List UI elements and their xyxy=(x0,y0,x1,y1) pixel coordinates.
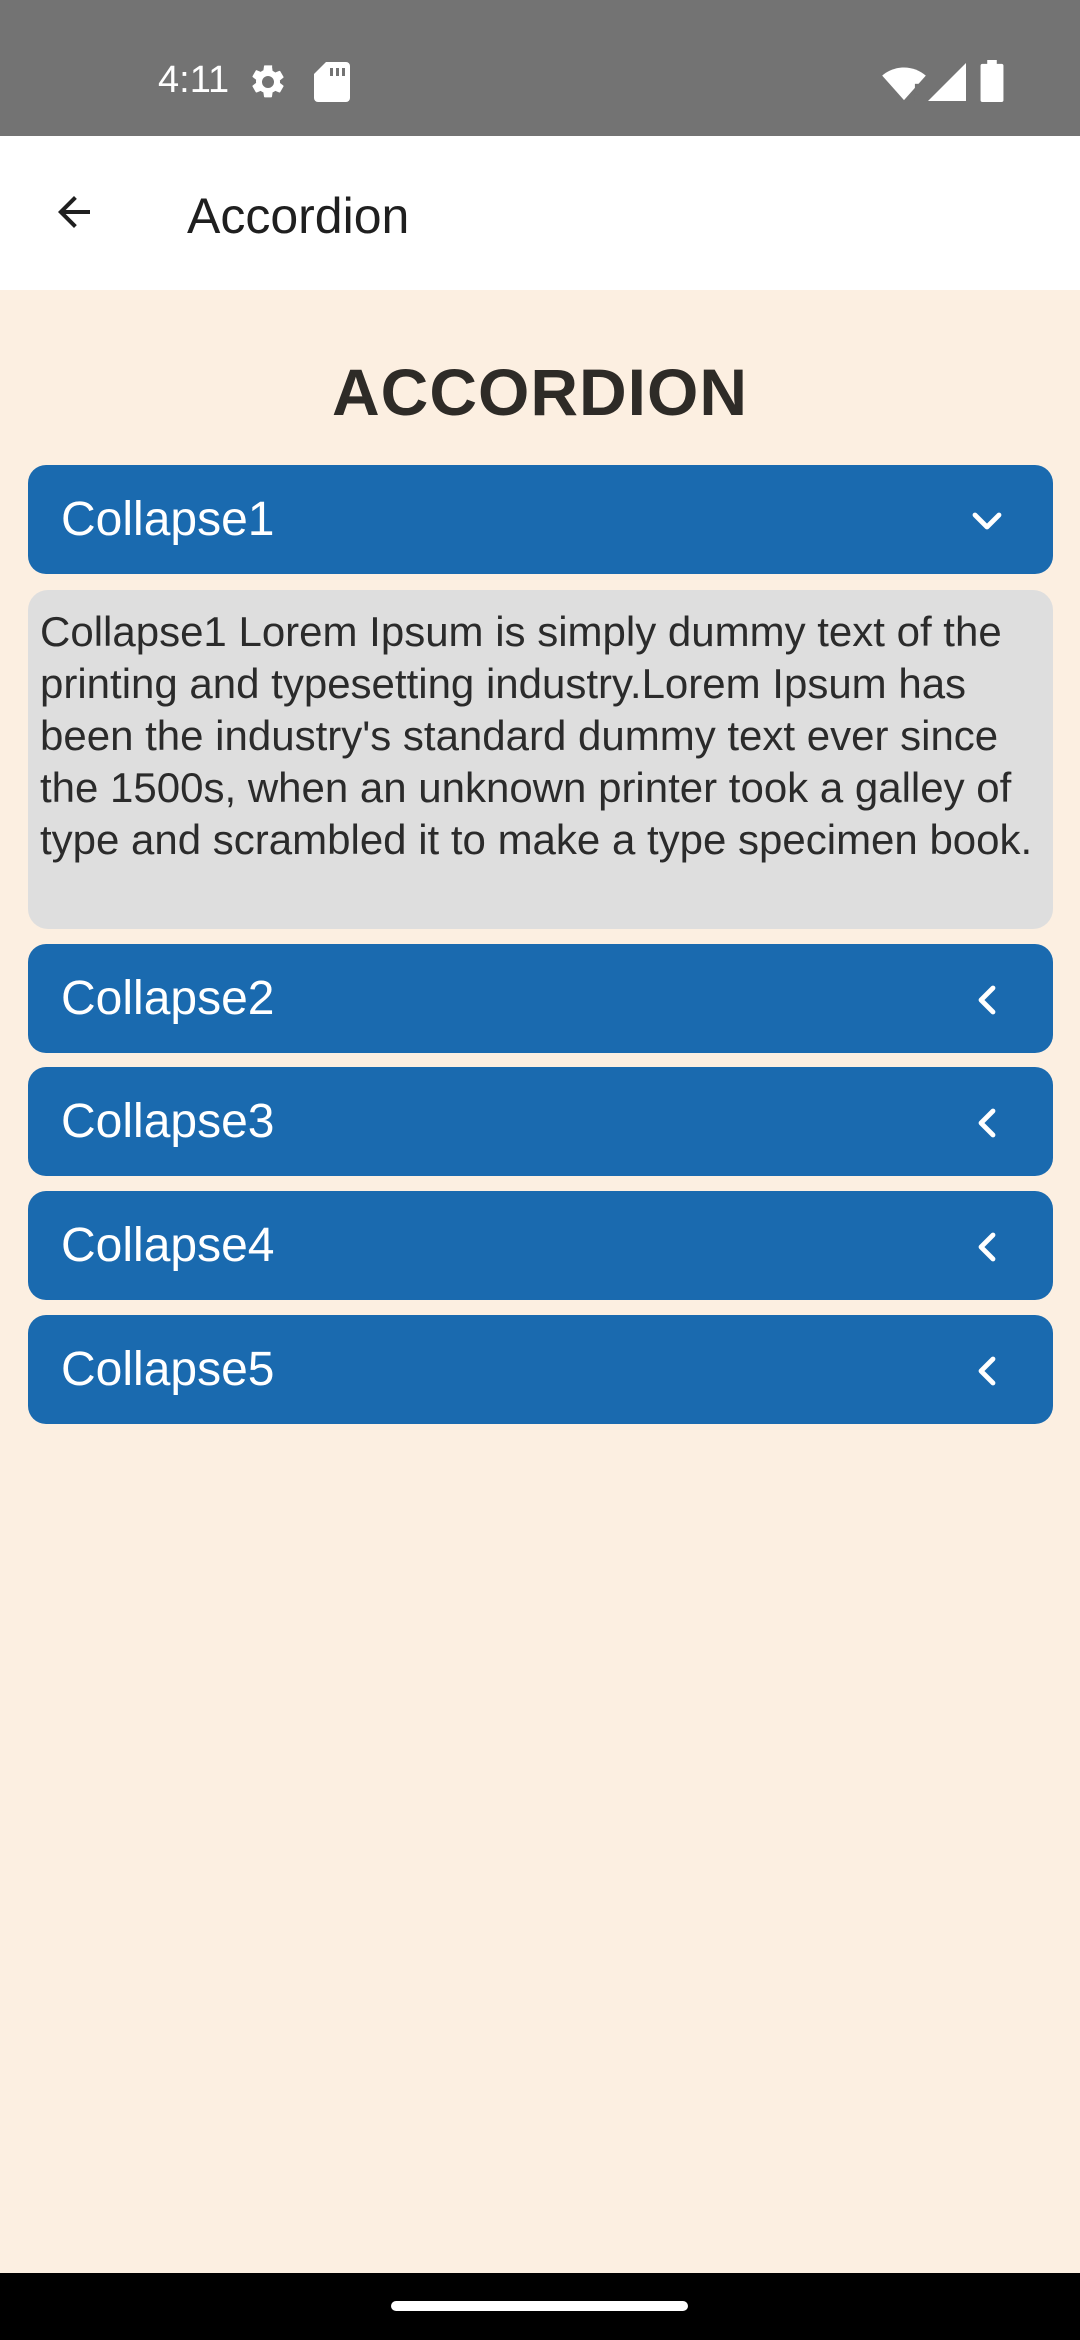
app-bar-title: Accordion xyxy=(187,188,410,244)
accordion-header-collapse4[interactable]: Collapse4 xyxy=(28,1191,1053,1300)
chevron-left-icon xyxy=(978,1108,996,1138)
wifi-icon xyxy=(882,67,926,101)
accordion-header-collapse1[interactable]: Collapse1 xyxy=(28,465,1053,574)
chevron-left-icon xyxy=(978,1356,996,1386)
accordion-panel-collapse1: Collapse1 Lorem Ipsum is simply dummy te… xyxy=(28,590,1053,929)
signal-icon xyxy=(928,63,966,101)
status-time: 4:11 xyxy=(158,59,230,101)
accordion-label: Collapse1 xyxy=(61,493,275,546)
system-nav-bar xyxy=(0,2273,1080,2340)
back-button[interactable] xyxy=(30,168,118,256)
home-gesture-handle[interactable] xyxy=(391,2301,688,2311)
app-bar: Accordion xyxy=(0,136,1080,290)
accordion-label: Collapse4 xyxy=(61,1219,275,1272)
chevron-down-icon xyxy=(972,512,1002,530)
accordion-header-collapse3[interactable]: Collapse3 xyxy=(28,1067,1053,1176)
accordion-label: Collapse3 xyxy=(61,1095,275,1148)
battery-icon xyxy=(980,60,1004,102)
sd-card-icon xyxy=(314,62,350,102)
accordion-header-collapse5[interactable]: Collapse5 xyxy=(28,1315,1053,1424)
accordion-label: Collapse2 xyxy=(61,972,275,1025)
status-bar: 4:11 xyxy=(0,0,1080,136)
chevron-left-icon xyxy=(978,985,996,1015)
arrow-back-icon xyxy=(58,196,90,228)
page-title: ACCORDION xyxy=(332,355,748,429)
settings-icon xyxy=(252,65,284,98)
accordion-label: Collapse5 xyxy=(61,1343,275,1396)
chevron-left-icon xyxy=(978,1232,996,1262)
accordion-panel-text: Collapse1 Lorem Ipsum is simply dummy te… xyxy=(40,608,1033,863)
accordion-header-collapse2[interactable]: Collapse2 xyxy=(28,944,1053,1053)
